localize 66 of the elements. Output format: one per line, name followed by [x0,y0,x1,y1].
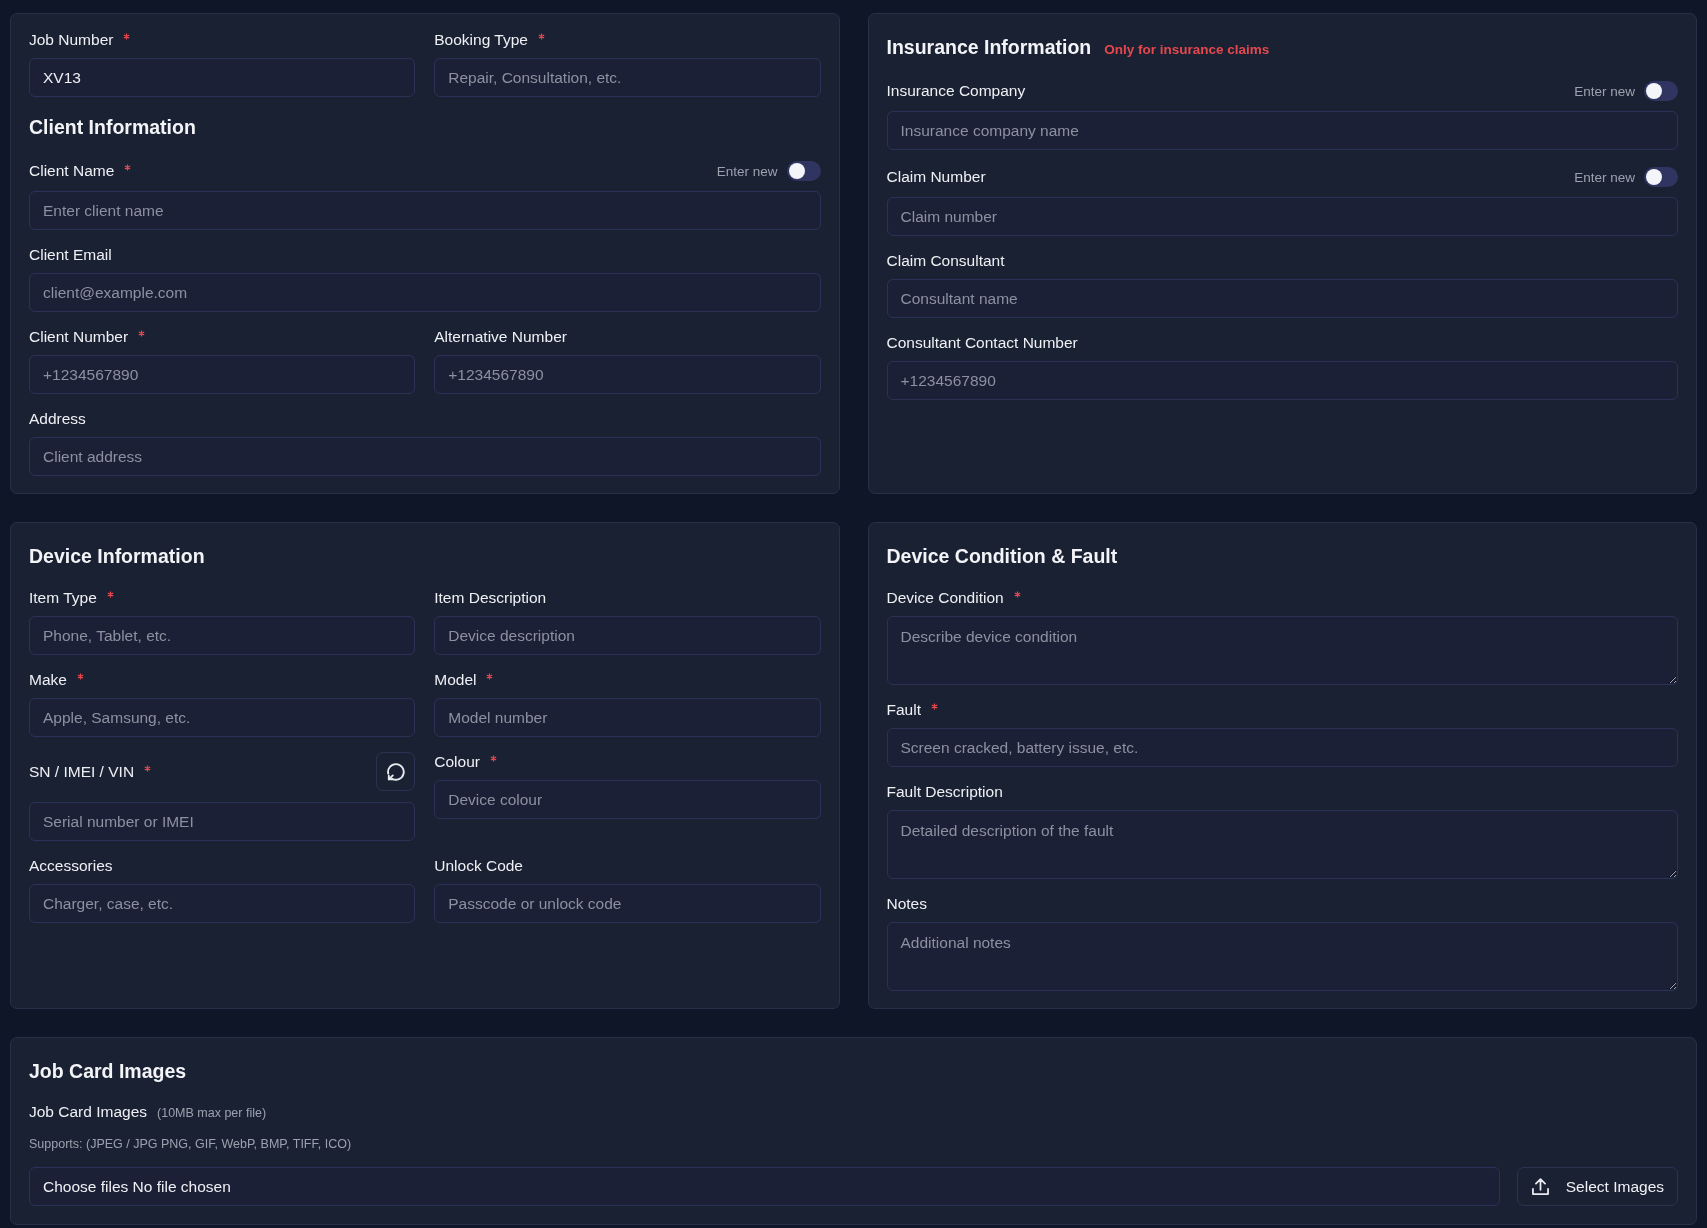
input-field[interactable]: Model number [434,698,821,737]
refresh-button[interactable] [376,752,416,791]
toggle-label: Enter new [1574,83,1635,99]
enter-new-toggle[interactable] [1644,167,1678,187]
input-field[interactable]: Apple, Samsung, etc. [29,698,416,737]
field-label: Make [29,670,67,690]
input-field[interactable]: Screen cracked, battery issue, etc. [886,728,1678,767]
input-field[interactable]: Charger, case, etc. [29,884,416,923]
input-field[interactable]: Claim number [886,197,1678,236]
field-label: Item Type [29,588,97,608]
field-label: Accessories [29,856,113,876]
toggle-label: Enter new [716,163,778,179]
section-heading: Job Card Images [29,1059,187,1084]
supported-formats-text: Supports: (JPEG / JPG PNG, GIF, WebP, BMP, TIFF, ICO) [29,1136,352,1153]
field-label: Claim Consultant [886,251,1005,271]
field-label: Colour [434,752,480,772]
field-label: Address [29,409,86,429]
enter-new-toggle[interactable] [786,161,821,181]
field-label: Alternative Number [434,327,567,347]
input-field[interactable]: Passcode or unlock code [434,884,821,923]
field-label: Insurance Company [886,81,1026,101]
field-label: Notes [886,894,927,914]
textarea-field[interactable]: Additional notes [886,922,1678,991]
input-field[interactable]: Device description [434,616,821,655]
field-label: Model [434,670,477,690]
field-label: Client Number [29,327,129,347]
section-heading: Device Information [29,544,205,569]
input-field[interactable]: Consultant name [886,279,1678,318]
note-text: Only for insurance claims [1104,42,1270,57]
enter-new-toggle[interactable] [1644,81,1678,101]
select-images-button[interactable]: Select Images [1516,1167,1678,1206]
field-label: Item Description [434,588,547,608]
input-field[interactable]: Phone, Tablet, etc. [29,616,416,655]
input-field[interactable]: Device colour [434,780,821,819]
field-label: Consultant Contact Number [886,333,1078,353]
textarea-field[interactable]: Describe device condition [886,616,1678,685]
field-label: Client Email [29,245,112,265]
input-field[interactable]: XV13 [29,58,416,97]
field-label: SN / IMEI / VIN [29,761,135,782]
input-field[interactable]: Serial number or IMEI [29,802,416,841]
field-label: Fault [886,700,921,720]
input-field[interactable]: Repair, Consultation, etc. [434,58,821,97]
toggle-label: Enter new [1574,169,1635,185]
section-heading: Client Information [29,115,196,140]
field-label: Booking Type [434,30,528,50]
field-label: Claim Number [886,167,986,187]
field-label: Job Card Images [29,1102,148,1122]
field-label: Client Name [29,161,115,181]
input-field[interactable]: Client address [29,437,821,476]
size-hint-text: (10MB max per file) [157,1105,267,1122]
upload-icon [1531,1178,1549,1195]
circular-arrow-icon [386,762,405,781]
input-field[interactable]: +1234567890 [886,361,1678,400]
file-input-field[interactable]: Choose files No file chosen [29,1167,1500,1206]
input-field[interactable]: Enter client name [29,191,821,230]
input-field[interactable]: +1234567890 [434,355,821,394]
section-heading: Device Condition & Fault [886,544,1118,569]
input-field[interactable]: client@example.com [29,273,821,312]
field-label: Device Condition [886,588,1004,608]
section-heading: Insurance Information [886,35,1092,60]
input-field[interactable]: Insurance company name [886,111,1678,150]
input-field[interactable]: +1234567890 [29,355,416,394]
field-label: Job Number [29,30,114,50]
field-label: Unlock Code [434,856,523,876]
field-label: Fault Description [886,782,1003,802]
textarea-field[interactable]: Detailed description of the fault [886,810,1678,879]
